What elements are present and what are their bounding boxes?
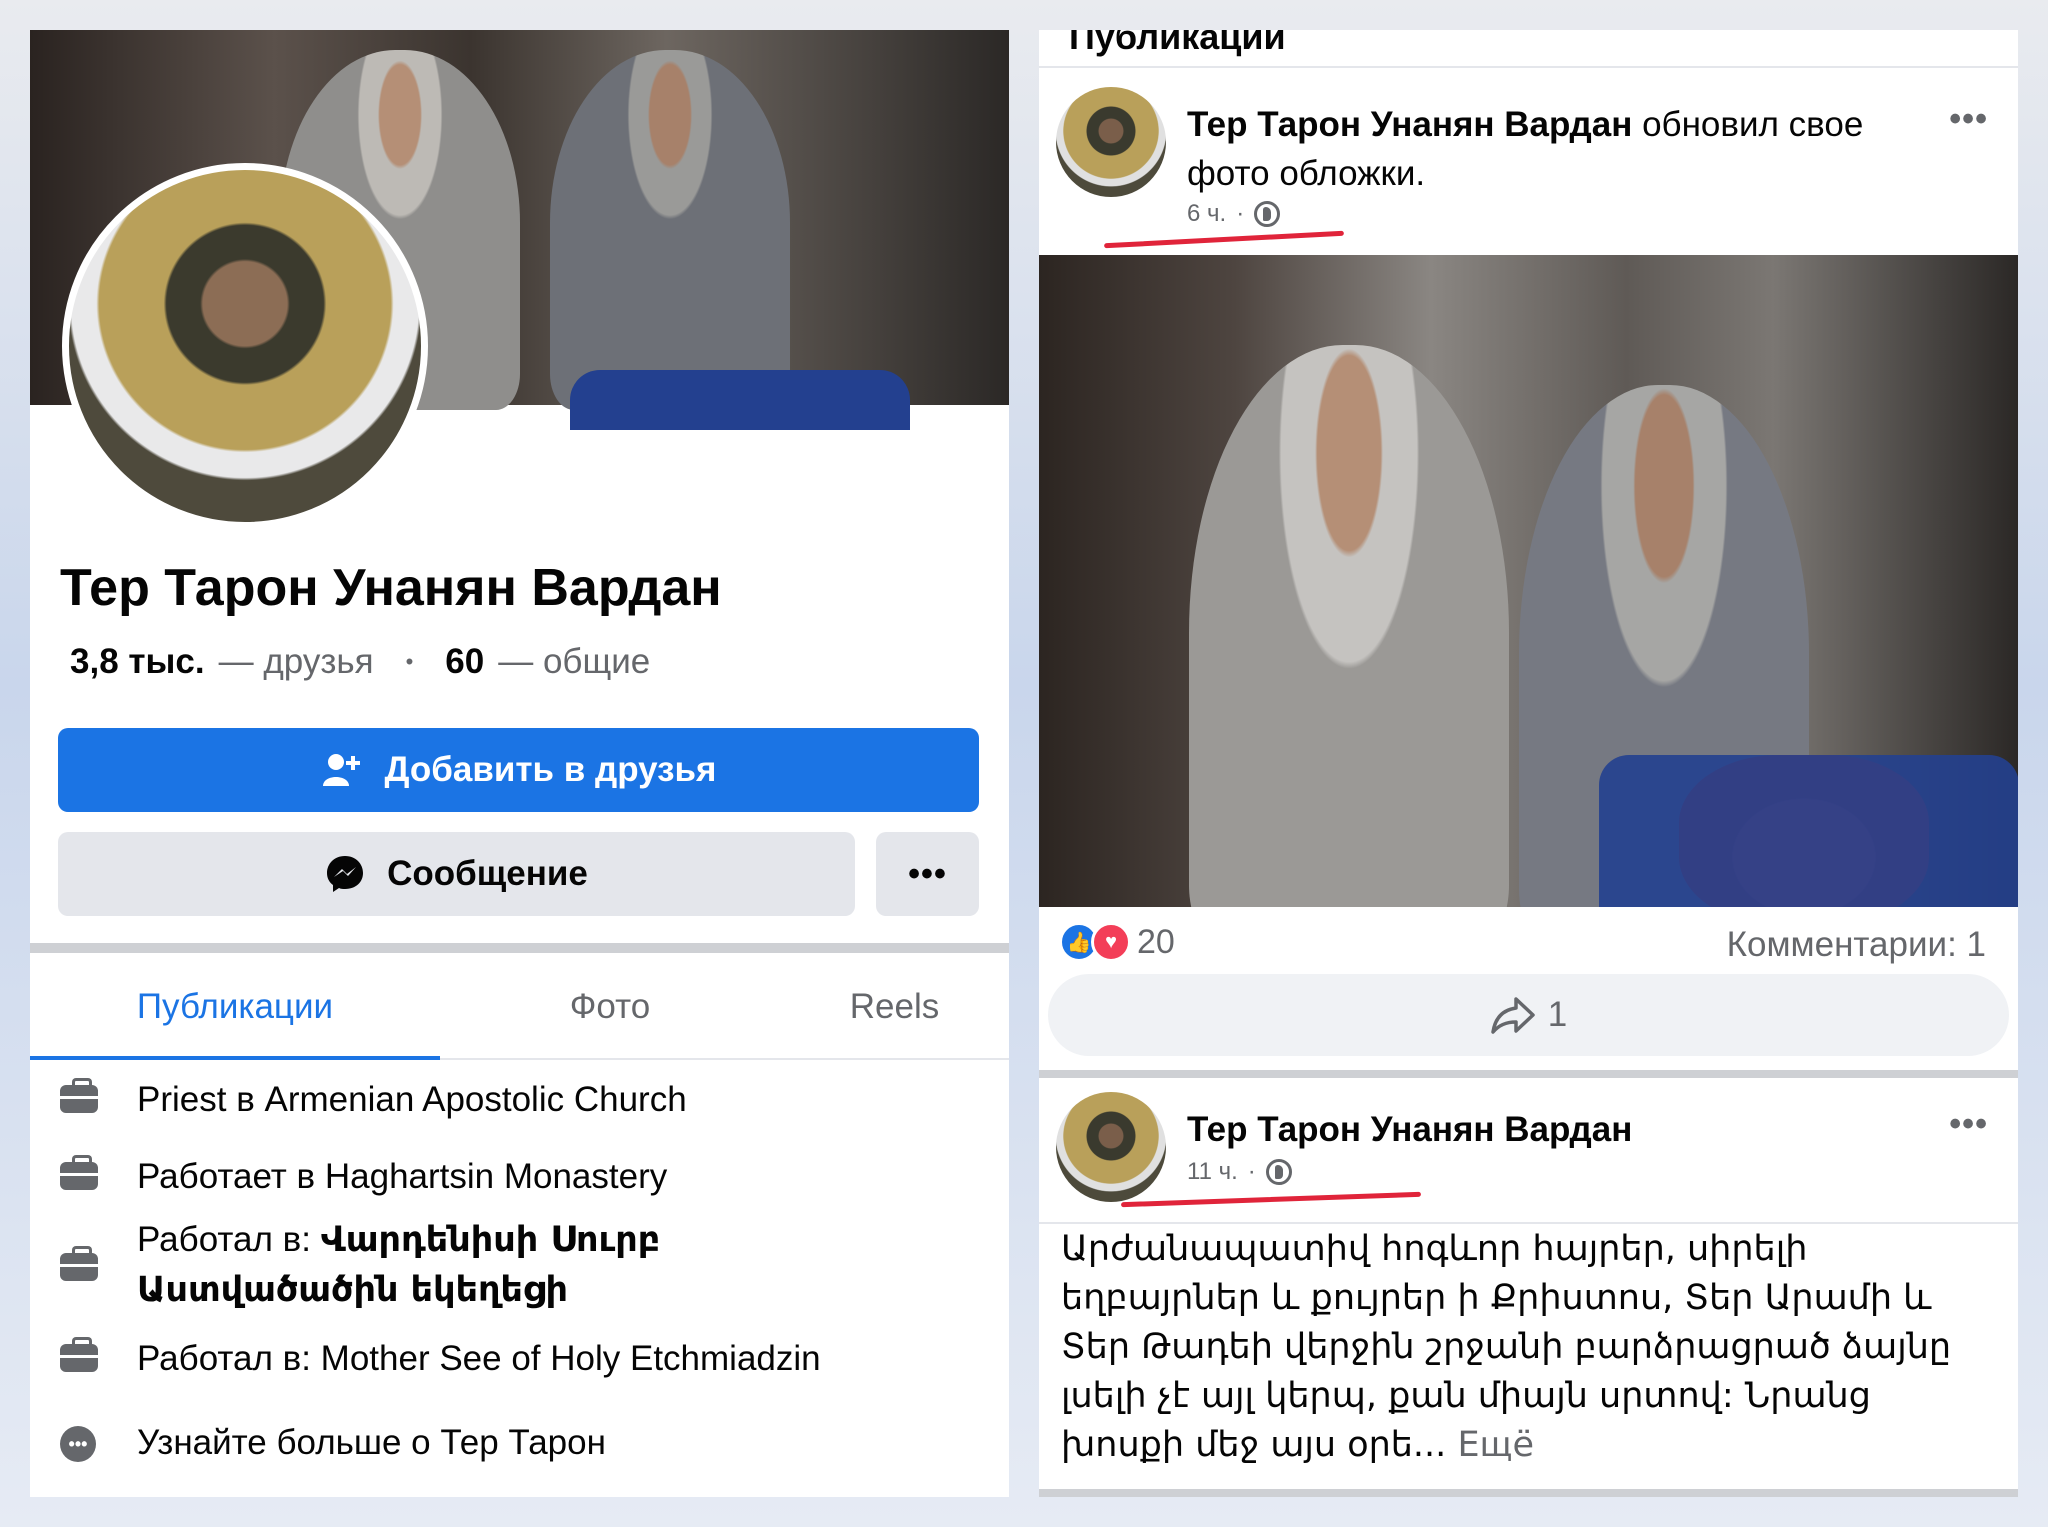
tab-posts-label: Публикации xyxy=(136,986,334,1026)
intro-item: Priest в Armenian Apostolic Church xyxy=(30,1075,1009,1125)
post2-divider xyxy=(1039,1222,2018,1224)
see-more-link[interactable]: Ещё xyxy=(1446,1425,1534,1465)
intro-item-more[interactable]: ••• Узнайте больше о Тер Тарон xyxy=(30,1418,1009,1468)
post1-time-sep: · xyxy=(1236,200,1245,227)
globe-icon xyxy=(1265,1159,1292,1185)
briefcase-icon xyxy=(60,1337,98,1372)
love-reaction-icon: ♥ xyxy=(1091,922,1131,962)
post1-author[interactable]: Тер Тарон Унанян Вардан xyxy=(1187,105,1632,144)
mutual-label: — общие xyxy=(498,642,651,681)
post2-avatar[interactable] xyxy=(1056,1092,1166,1202)
profile-avatar[interactable] xyxy=(62,163,428,529)
post-separator xyxy=(1039,1070,2018,1078)
post2-meta: 11 ч. · xyxy=(1187,1158,1292,1186)
add-person-icon xyxy=(322,754,360,786)
post2-author[interactable]: Тер Тарон Унанян Вардан xyxy=(1187,1110,1632,1149)
briefcase-icon xyxy=(60,1246,98,1281)
annotation-underline xyxy=(1121,1191,1421,1208)
active-tab-indicator xyxy=(30,1056,440,1060)
intro-text: Работал в: Վարդենիսի Սուրբ Աստվածածին եկ… xyxy=(137,1215,737,1315)
mutual-count: 60 xyxy=(445,642,485,681)
post1-avatar[interactable] xyxy=(1056,87,1166,197)
intro-text: Работал в: Mother See of Holy Etchmiadzi… xyxy=(137,1339,821,1378)
profile-name: Тер Тарон Унанян Вардан xyxy=(60,559,722,617)
post2-header: Тер Тарон Унанян Вардан xyxy=(1187,1105,1632,1154)
message-label: Сообщение xyxy=(387,854,588,893)
feed-panel: Публикации Тер Тарон Унанян Вардан обнов… xyxy=(1039,30,2018,1497)
separator-dot: • xyxy=(405,649,414,674)
friends-label: — друзья xyxy=(218,642,374,681)
post1-header: Тер Тарон Унанян Вардан обновил свое фот… xyxy=(1187,100,1927,198)
briefcase-icon xyxy=(60,1155,98,1190)
tab-photos-label: Фото xyxy=(569,986,651,1026)
globe-icon xyxy=(1254,201,1281,227)
intro-text: Priest в Armenian Apostolic Church xyxy=(137,1080,687,1119)
post1-comments-count[interactable]: Комментарии: 1 xyxy=(1727,925,1986,965)
post1-time[interactable]: 6 ч. xyxy=(1187,200,1226,228)
feed-header: Публикации xyxy=(1039,30,2018,68)
tab-reels[interactable]: Reels xyxy=(780,953,1009,1060)
post2-time[interactable]: 11 ч. xyxy=(1187,1158,1238,1186)
post1-photo[interactable] xyxy=(1039,255,2018,907)
intro-prefix: Работал в: xyxy=(137,1220,321,1259)
post2-text: Արժանապատիվ հոգևոր հայրեր, սիրելի եղբայր… xyxy=(1061,1225,1991,1470)
friends-summary[interactable]: 3,8 тыс. — друзья • 60 — общие xyxy=(70,642,650,682)
tab-photos[interactable]: Фото xyxy=(440,953,780,1060)
post1-reactions[interactable]: 👍 ♥ 20 xyxy=(1059,922,1175,962)
intro-item: Работает в Haghartsin Monastery xyxy=(30,1152,1009,1202)
more-dots-icon: ••• xyxy=(60,1426,96,1462)
intro-text: Работает в Haghartsin Monastery xyxy=(137,1157,668,1196)
add-friend-button[interactable]: Добавить в друзья xyxy=(58,728,979,812)
reactions-count: 20 xyxy=(1137,922,1175,961)
post1-more-button[interactable]: ••• xyxy=(1949,100,1988,139)
profile-more-button[interactable]: ••• xyxy=(876,832,979,916)
post2-more-button[interactable]: ••• xyxy=(1949,1105,1988,1144)
annotation-underline xyxy=(1104,230,1344,249)
tab-posts[interactable]: Публикации xyxy=(30,953,440,1060)
intro-item: Работал в: Mother See of Holy Etchmiadzi… xyxy=(30,1334,1009,1384)
friends-count: 3,8 тыс. xyxy=(70,642,205,681)
post2-time-sep: · xyxy=(1247,1158,1256,1185)
share-count: 1 xyxy=(1547,995,1568,1034)
share-icon xyxy=(1491,997,1535,1034)
messenger-icon xyxy=(327,856,364,892)
feed-bottom-bar xyxy=(1039,1489,2018,1497)
profile-tabs: Публикации Фото Reels xyxy=(30,953,1009,1060)
add-friend-label: Добавить в друзья xyxy=(384,750,717,789)
feed-section-title: Публикации xyxy=(1069,30,1286,57)
tab-reels-label: Reels xyxy=(849,986,940,1026)
briefcase-icon xyxy=(60,1078,98,1113)
intro-item: Работал в: Վարդենիսի Սուրբ Աստվածածին եկ… xyxy=(30,1215,1009,1315)
post1-meta: 6 ч. · xyxy=(1187,200,1281,228)
message-button[interactable]: Сообщение xyxy=(58,832,855,916)
profile-panel: Тер Тарон Унанян Вардан 3,8 тыс. — друзь… xyxy=(30,30,1009,1497)
share-button[interactable]: 1 xyxy=(1048,974,2009,1056)
intro-more-text: Узнайте больше о Тер Тарон xyxy=(137,1423,606,1462)
section-divider xyxy=(30,943,1009,953)
